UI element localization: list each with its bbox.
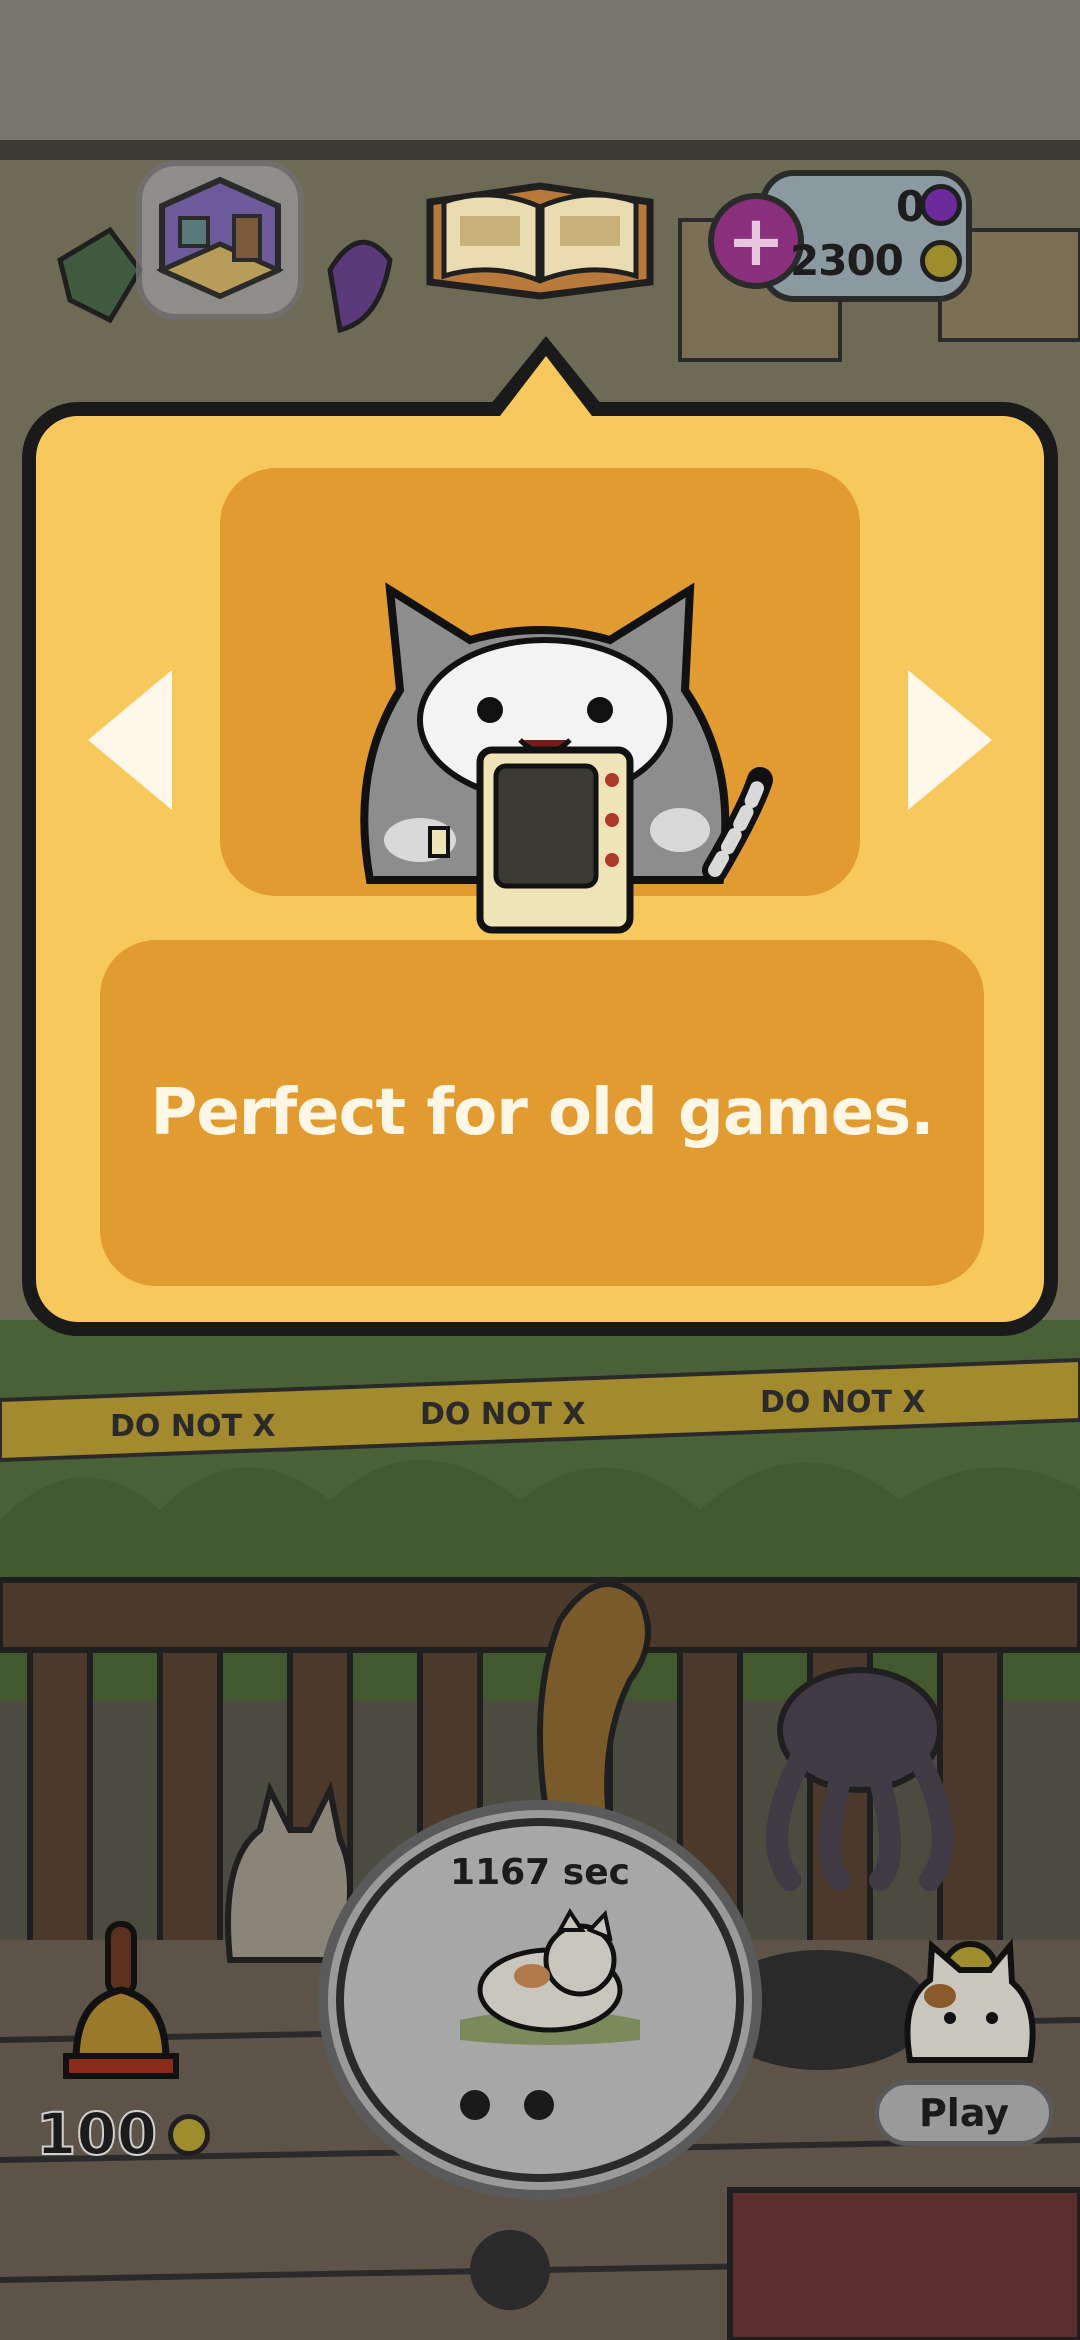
plus-icon: + (726, 200, 786, 282)
coin-count: 2300 (790, 236, 904, 285)
room-button[interactable] (136, 160, 304, 320)
bell-icon[interactable] (56, 1920, 186, 2100)
open-book-icon (426, 182, 654, 300)
gem-icon (920, 184, 962, 226)
item-description: Perfect for old games. (150, 1076, 934, 1150)
coin-icon (920, 240, 962, 282)
tape-text-2: DO NOT X (420, 1397, 586, 1432)
description-panel: Perfect for old games. (100, 940, 984, 1286)
page-dot-2 (524, 2090, 554, 2120)
catbook-button[interactable] (420, 172, 660, 300)
tape-text-1: DO NOT X (110, 1409, 276, 1444)
bell-coin-icon (168, 2114, 210, 2156)
cat-face-icon[interactable] (880, 1910, 1050, 2080)
previous-item-arrow[interactable] (88, 670, 172, 810)
next-item-arrow[interactable] (908, 670, 992, 810)
bell-cost: 100 (35, 2099, 158, 2169)
play-button[interactable]: Play (874, 2080, 1054, 2146)
page-dot-1 (460, 2090, 490, 2120)
timer-label: 1167 sec (450, 1852, 630, 1893)
popup-pointer-fill (500, 356, 592, 416)
room-cube-icon (155, 176, 285, 300)
tape-text-3: DO NOT X (760, 1385, 926, 1420)
cat-with-handheld-image (360, 582, 773, 934)
cat-on-grass-icon (460, 1908, 640, 2045)
